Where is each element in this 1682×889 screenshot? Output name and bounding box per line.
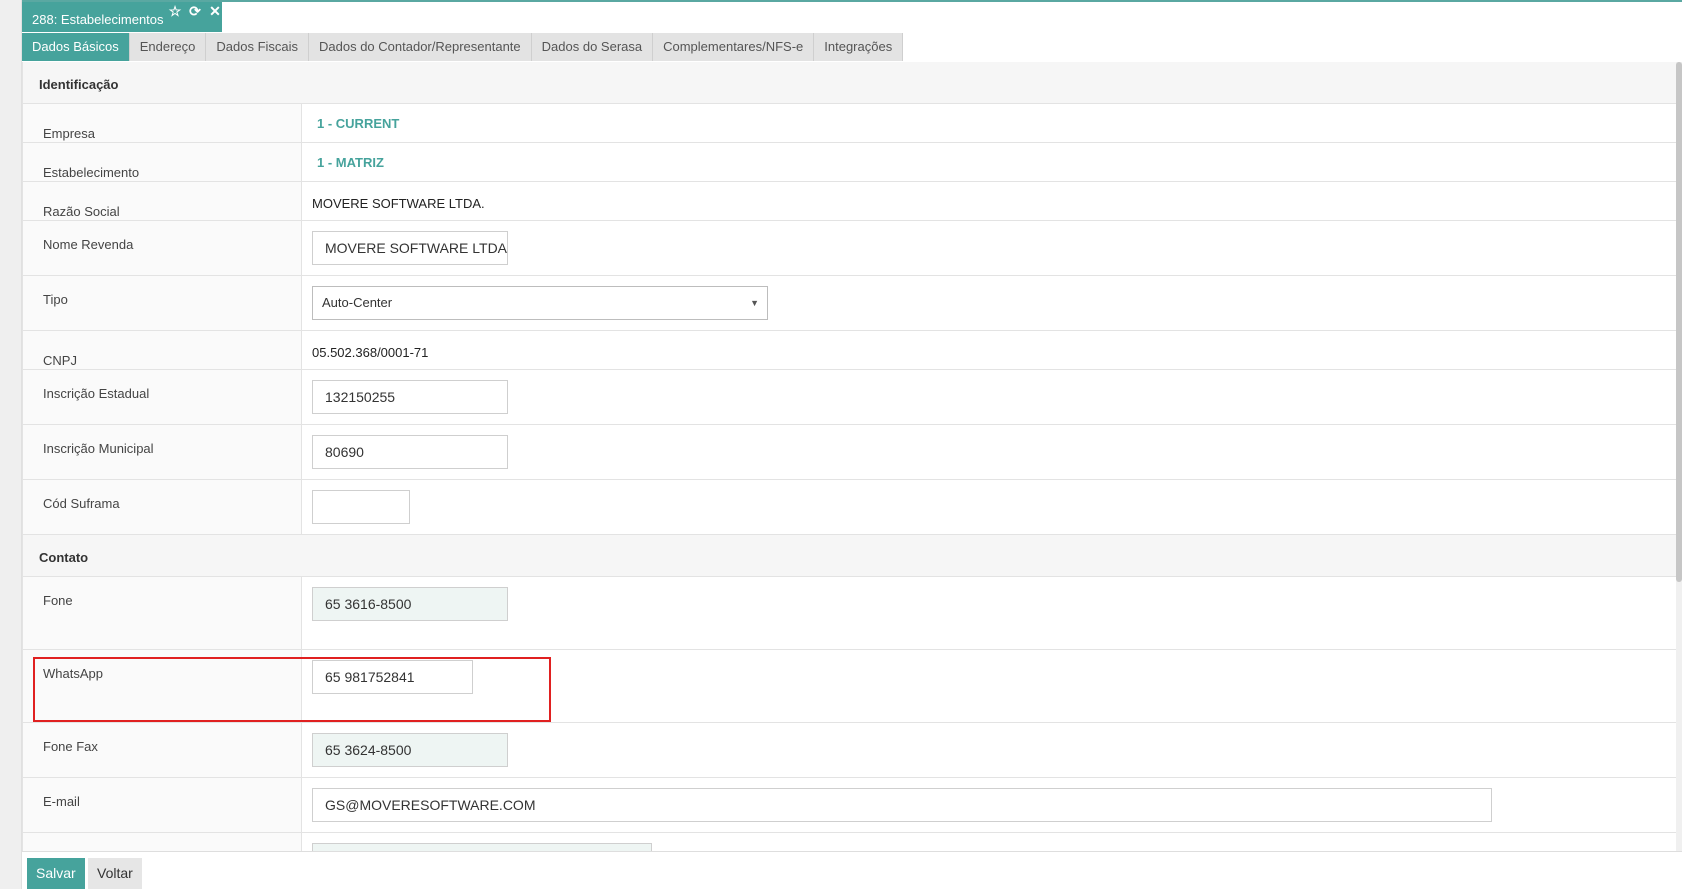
scrollbar[interactable]: [1676, 62, 1682, 851]
refresh-icon[interactable]: ⟳: [186, 2, 204, 20]
tab-complementares[interactable]: Complementares/NFS-e: [653, 33, 815, 61]
action-bar: Salvar Voltar: [22, 851, 1682, 889]
fone-fax-input[interactable]: 65 3624-8500: [312, 733, 508, 767]
empresa-label: Empresa: [23, 104, 302, 142]
nome-revenda-input[interactable]: MOVERE SOFTWARE LTDA: [312, 231, 508, 265]
tipo-selected-value: Auto-Center: [322, 295, 393, 310]
row-inscricao-municipal: Inscrição Municipal 80690: [23, 425, 1682, 480]
star-icon[interactable]: ☆: [166, 2, 184, 20]
inscricao-estadual-label: Inscrição Estadual: [23, 370, 302, 424]
cod-suframa-label: Cód Suframa: [23, 480, 302, 534]
cnpj-value: 05.502.368/0001-71: [312, 345, 429, 360]
tab-integracoes[interactable]: Integrações: [814, 33, 904, 61]
fone-input[interactable]: 65 3616-8500: [312, 587, 508, 621]
nome-revenda-label: Nome Revenda: [23, 221, 302, 275]
tipo-select[interactable]: Auto-Center ▼: [312, 286, 768, 320]
window-tab-title: 288: Estabelecimentos: [32, 11, 164, 27]
row-estabelecimento: Estabelecimento 1 - MATRIZ: [23, 143, 1682, 182]
row-nome-revenda: Nome Revenda MOVERE SOFTWARE LTDA: [23, 221, 1682, 276]
row-next-field: [23, 833, 1682, 851]
row-fone: Fone 65 3616-8500: [23, 577, 1682, 650]
email-label: E-mail: [23, 778, 302, 832]
left-gutter: [0, 0, 22, 889]
subtab-bar: Dados Básicos Endereço Dados Fiscais Dad…: [22, 33, 904, 61]
whatsapp-input[interactable]: 65 981752841: [312, 660, 473, 694]
email-input[interactable]: GS@MOVERESOFTWARE.COM: [312, 788, 1492, 822]
fone-label: Fone: [23, 577, 302, 649]
row-inscricao-estadual: Inscrição Estadual 132150255: [23, 370, 1682, 425]
empresa-link[interactable]: 1 - CURRENT: [317, 116, 399, 131]
row-cnpj: CNPJ 05.502.368/0001-71: [23, 331, 1682, 370]
whatsapp-label: WhatsApp: [23, 650, 302, 722]
row-whatsapp: WhatsApp 65 981752841: [23, 650, 1682, 723]
window-tab-icons: ☆ ⟳ ✕: [166, 2, 224, 20]
inscricao-estadual-input[interactable]: 132150255: [312, 380, 508, 414]
next-field-label: [23, 833, 302, 851]
back-button[interactable]: Voltar: [88, 858, 142, 889]
tab-dados-basicos[interactable]: Dados Básicos: [22, 33, 130, 61]
razao-social-value: MOVERE SOFTWARE LTDA.: [312, 196, 485, 211]
row-empresa: Empresa 1 - CURRENT: [23, 104, 1682, 143]
row-cod-suframa: Cód Suframa: [23, 480, 1682, 535]
tab-dados-fiscais[interactable]: Dados Fiscais: [206, 33, 310, 61]
tipo-label: Tipo: [23, 276, 302, 330]
estabelecimento-link[interactable]: 1 - MATRIZ: [317, 155, 384, 170]
section-contato: Contato: [23, 535, 1682, 577]
form-area: Identificação Empresa 1 - CURRENT Estabe…: [22, 62, 1682, 851]
row-razao-social: Razão Social MOVERE SOFTWARE LTDA.: [23, 182, 1682, 221]
row-fone-fax: Fone Fax 65 3624-8500: [23, 723, 1682, 778]
tab-dados-contador[interactable]: Dados do Contador/Representante: [309, 33, 532, 61]
tab-endereco[interactable]: Endereço: [129, 33, 207, 61]
inscricao-municipal-label: Inscrição Municipal: [23, 425, 302, 479]
chevron-down-icon: ▼: [750, 298, 759, 308]
row-tipo: Tipo Auto-Center ▼: [23, 276, 1682, 331]
top-accent-line: [22, 0, 1682, 2]
close-icon[interactable]: ✕: [206, 2, 224, 20]
section-identificacao: Identificação: [23, 62, 1682, 104]
razao-social-label: Razão Social: [23, 182, 302, 220]
row-email: E-mail GS@MOVERESOFTWARE.COM: [23, 778, 1682, 833]
tab-dados-serasa[interactable]: Dados do Serasa: [531, 33, 654, 61]
scrollbar-thumb[interactable]: [1676, 62, 1682, 582]
window-tab-estabelecimentos[interactable]: 288: Estabelecimentos ☆ ⟳ ✕: [22, 2, 222, 32]
save-button[interactable]: Salvar: [27, 858, 85, 889]
estabelecimento-label: Estabelecimento: [23, 143, 302, 181]
inscricao-municipal-input[interactable]: 80690: [312, 435, 508, 469]
cod-suframa-input[interactable]: [312, 490, 410, 524]
cnpj-label: CNPJ: [23, 331, 302, 369]
next-field-input[interactable]: [312, 843, 652, 851]
fone-fax-label: Fone Fax: [23, 723, 302, 777]
